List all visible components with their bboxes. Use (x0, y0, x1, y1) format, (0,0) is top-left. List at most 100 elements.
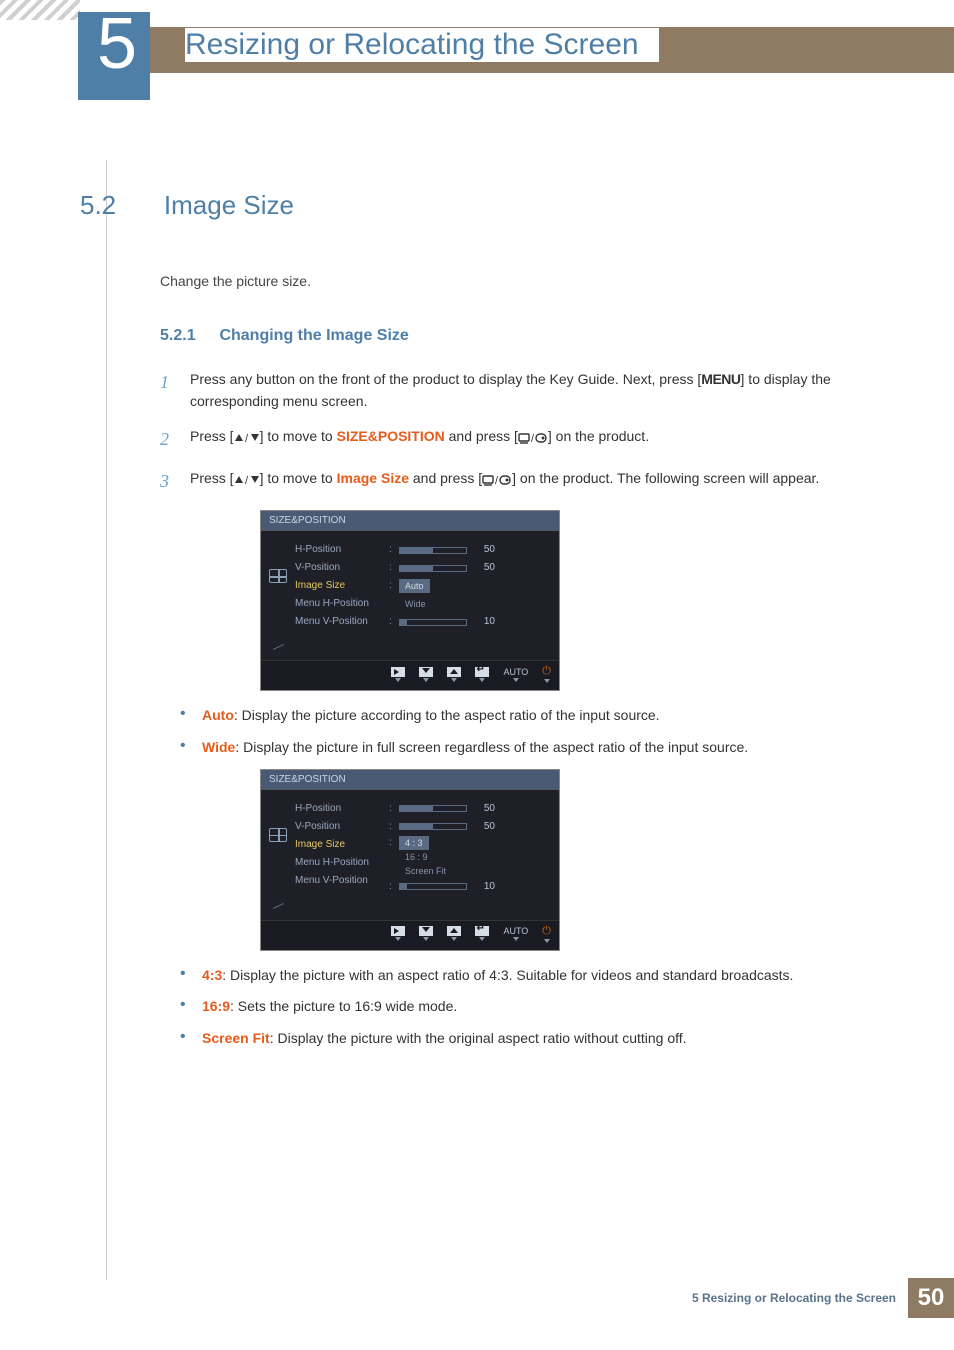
osd-value: 10 (475, 878, 495, 896)
nav-power-icon: ⏻ (542, 665, 551, 678)
step-number: 1 (160, 369, 190, 412)
bullet-dot: • (180, 996, 202, 1018)
osd-row: Menu H-Position (295, 854, 389, 872)
nav-auto-label: AUTO (503, 926, 528, 936)
text-fragment: and press [ (409, 470, 482, 486)
osd-slider (399, 547, 467, 554)
osd-slider (399, 619, 467, 626)
bullet: • 4:3: Display the picture with an aspec… (180, 965, 904, 987)
step-text: Press [/] to move to SIZE&POSITION and p… (190, 426, 904, 454)
osd-screenshot-1: SIZE&POSITION H-Position V-Position Imag… (260, 510, 904, 691)
osd-value: 50 (475, 818, 495, 836)
bullet-list-a: • Auto: Display the picture according to… (180, 705, 904, 758)
term: Auto (202, 707, 234, 723)
step-text: Press [ / ] to move to Image Size and pres… (190, 468, 904, 496)
osd-value: 50 (475, 541, 495, 559)
step-number: 2 (160, 426, 190, 454)
subsection-number: 5.2.1 (160, 327, 215, 345)
term: Screen Fit (202, 1030, 270, 1046)
nav-up-icon (447, 667, 461, 677)
text-fragment: ] on the product. The following screen w… (512, 470, 819, 486)
text-fragment: ] on the product. (548, 428, 649, 444)
osd-slider (399, 883, 467, 890)
osd-nav-bar: AUTO ⏻ (261, 920, 559, 950)
menu-key: MENU (701, 371, 740, 387)
section-number: 5.2 (80, 190, 160, 221)
osd-row: Menu H-Position (295, 595, 389, 613)
osd-row: V-Position (295, 559, 389, 577)
bullet: • 16:9: Sets the picture to 16:9 wide mo… (180, 996, 904, 1018)
text-fragment: Press [ (190, 470, 234, 486)
footer-label: 5 Resizing or Relocating the Screen (692, 1291, 896, 1305)
nav-enter-icon (475, 667, 489, 677)
svg-text:/: / (495, 475, 499, 486)
osd-row-selected: Image Size (295, 577, 389, 595)
bullet-text: : Display the picture according to the a… (234, 707, 660, 723)
term: Wide (202, 739, 235, 755)
nav-down-icon (419, 926, 433, 936)
term: Image Size (337, 470, 409, 486)
section-intro: Change the picture size. (160, 273, 904, 289)
bullet: • Auto: Display the picture according to… (180, 705, 904, 727)
osd-row: Menu V-Position (295, 872, 389, 890)
subsection-heading: 5.2.1 Changing the Image Size (160, 327, 904, 345)
osd-divider (273, 644, 284, 650)
chapter-title: Resizing or Relocating the Screen (185, 28, 659, 62)
osd-value: 10 (475, 613, 495, 631)
section-heading: 5.2 Image Size (80, 190, 904, 221)
bullet-text: : Sets the picture to 16:9 wide mode. (230, 998, 457, 1014)
bullet-dot: • (180, 705, 202, 727)
osd-option: Wide (399, 597, 432, 611)
nav-power-icon: ⏻ (542, 925, 551, 938)
osd-category-icon (269, 569, 287, 583)
osd-divider (273, 903, 284, 909)
bullet-text: : Display the picture with an aspect rat… (222, 967, 793, 983)
nav-back-icon (391, 926, 405, 936)
subsection-title: Changing the Image Size (219, 327, 408, 344)
osd-option: 16 : 9 (399, 850, 434, 864)
corner-hatch (0, 0, 80, 20)
nav-enter-icon (475, 926, 489, 936)
bullet-dot: • (180, 1028, 202, 1050)
step-2: 2 Press [/] to move to SIZE&POSITION and… (160, 426, 904, 454)
step-list: 1 Press any button on the front of the p… (160, 369, 904, 496)
osd-row: V-Position (295, 818, 389, 836)
up-down-icon: / (234, 432, 260, 444)
osd-value: 50 (475, 800, 495, 818)
bullet-dot: • (180, 737, 202, 759)
svg-text:/: / (245, 475, 249, 486)
osd-category-icon (269, 828, 287, 842)
bullet: • Screen Fit: Display the picture with t… (180, 1028, 904, 1050)
step-3: 3 Press [/] to move to Image Size and pr… (160, 468, 904, 496)
term: 4:3 (202, 967, 222, 983)
text-fragment: Press any button on the front of the pro… (190, 371, 701, 387)
step-text: Press any button on the front of the pro… (190, 369, 904, 412)
bullet: • Wide: Display the picture in full scre… (180, 737, 904, 759)
osd-option-selected: Auto (399, 579, 430, 593)
nav-up-icon (447, 926, 461, 936)
text-fragment: Press [ (190, 428, 234, 444)
nav-auto-label: AUTO (503, 667, 528, 677)
svg-text:/: / (531, 433, 535, 444)
chapter-number: 5 (92, 0, 142, 88)
page-footer: 5 Resizing or Relocating the Screen 50 (692, 1278, 954, 1318)
bullet-text: : Display the picture in full screen reg… (235, 739, 748, 755)
page-content: 5.2 Image Size Change the picture size. … (80, 190, 904, 1060)
osd-slider (399, 823, 467, 830)
term: SIZE&POSITION (337, 428, 445, 444)
osd-screenshot-2: SIZE&POSITION H-Position V-Position Imag… (260, 769, 904, 951)
osd-slider (399, 805, 467, 812)
osd-row: Menu V-Position (295, 613, 389, 631)
up-down-icon: / (234, 474, 260, 486)
text-fragment: ] to move to (260, 470, 337, 486)
step-1: 1 Press any button on the front of the p… (160, 369, 904, 412)
page-number: 50 (908, 1278, 954, 1318)
bullet-list-b: • 4:3: Display the picture with an aspec… (180, 965, 904, 1050)
bullet-dot: • (180, 965, 202, 987)
text-fragment: and press [ (445, 428, 518, 444)
source-enter-icon: / (482, 474, 512, 486)
osd-option-selected: 4 : 3 (399, 836, 429, 850)
text-fragment: ] to move to (260, 428, 337, 444)
osd-row: H-Position (295, 541, 389, 559)
osd-option: Screen Fit (399, 864, 452, 878)
